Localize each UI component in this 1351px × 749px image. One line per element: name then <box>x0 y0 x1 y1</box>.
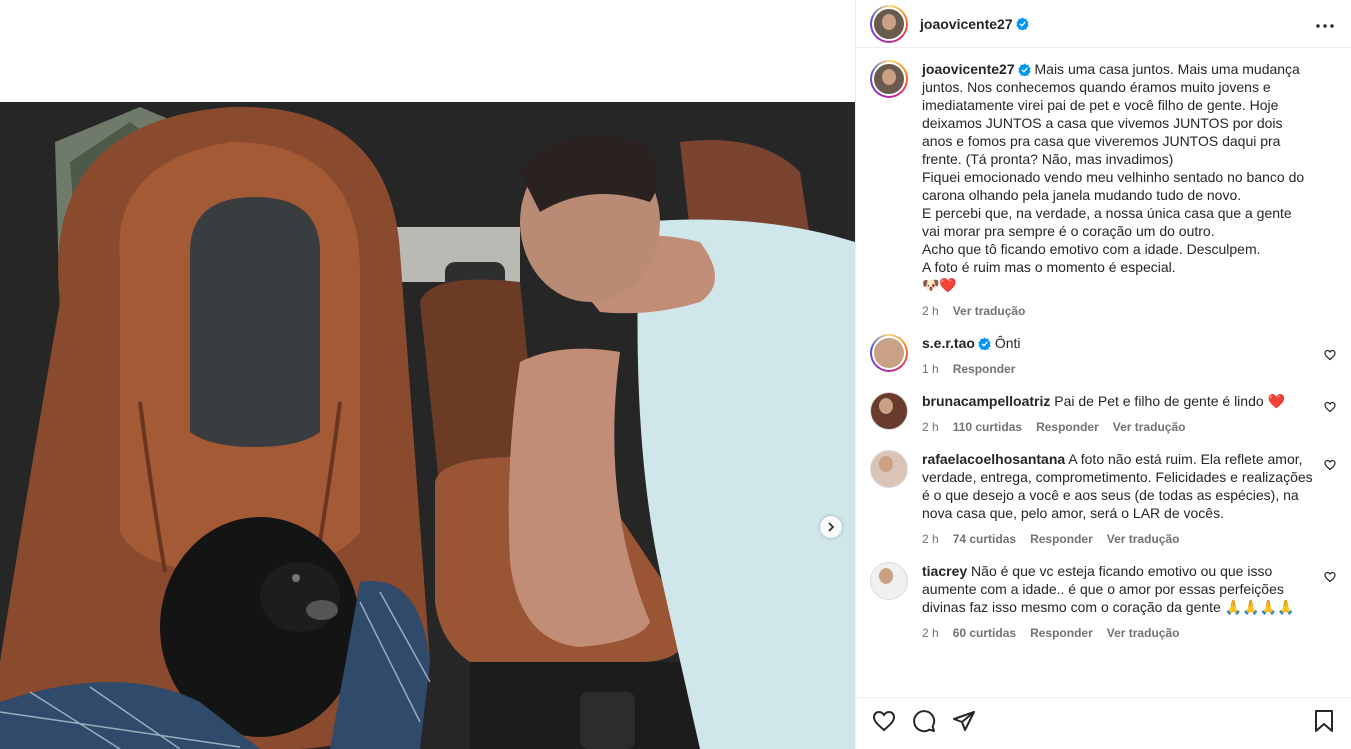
heart-icon[interactable] <box>1324 348 1336 361</box>
comment-text: Ônti <box>994 335 1021 351</box>
caption-avatar[interactable] <box>870 60 908 98</box>
comment-meta: 2 h 60 curtidas Responder Ver tradução <box>922 624 1314 642</box>
comment-meta: 2 h 74 curtidas Responder Ver tradução <box>922 530 1314 548</box>
comment-text: Não é que vc esteja ficando emotivo ou q… <box>922 563 1295 615</box>
caption-time[interactable]: 2 h <box>922 302 939 320</box>
comment-reply-button[interactable]: Responder <box>1036 418 1099 436</box>
comment-time[interactable]: 2 h <box>922 530 939 548</box>
caption-meta: 2 h Ver tradução <box>922 302 1308 320</box>
author-username[interactable]: joaovicente27 <box>920 16 1013 32</box>
share-icon <box>952 709 976 738</box>
comment-text: Pai de Pet e filho de gente é lindo ❤️ <box>1054 393 1285 409</box>
save-button[interactable] <box>1312 709 1336 738</box>
photo-illustration <box>0 102 855 749</box>
commenter-avatar[interactable] <box>870 450 908 488</box>
caption-text: Mais uma casa juntos. Mais uma mudança j… <box>922 61 1305 293</box>
chevron-right-icon <box>826 522 836 532</box>
commenter-username[interactable]: brunacampelloatriz <box>922 393 1050 409</box>
comments-list[interactable]: joaovicente27 Mais uma casa juntos. Mais… <box>856 60 1351 696</box>
comment-item: rafaelacoelhosantana A foto não está rui… <box>870 450 1338 548</box>
post-header: joaovicente27 <box>856 0 1351 48</box>
commenter-avatar[interactable] <box>870 392 908 430</box>
post-media-area <box>0 0 855 749</box>
comment-translate-link[interactable]: Ver tradução <box>1107 624 1180 642</box>
caption: joaovicente27 Mais uma casa juntos. Mais… <box>870 60 1338 320</box>
comment-item: tiacrey Não é que vc esteja ficando emot… <box>870 562 1338 642</box>
comment-likes[interactable]: 74 curtidas <box>953 530 1016 548</box>
like-button[interactable] <box>872 709 896 738</box>
commenter-username[interactable]: tiacrey <box>922 563 967 579</box>
heart-icon[interactable] <box>1324 400 1336 413</box>
comment-icon <box>912 709 936 738</box>
verified-badge-icon <box>978 336 991 351</box>
comment-reply-button[interactable]: Responder <box>953 360 1016 378</box>
commenter-username[interactable]: rafaelacoelhosantana <box>922 451 1065 467</box>
comment-likes[interactable]: 110 curtidas <box>953 418 1022 436</box>
more-icon <box>1316 15 1334 33</box>
comment-reply-button[interactable]: Responder <box>1030 530 1093 548</box>
comment-reply-button[interactable]: Responder <box>1030 624 1093 642</box>
heart-icon <box>872 709 896 738</box>
comment-meta: 1 h Responder <box>922 360 1314 378</box>
verified-badge-icon <box>1017 62 1031 77</box>
comment-time[interactable]: 2 h <box>922 418 939 436</box>
comment-translate-link[interactable]: Ver tradução <box>1107 530 1180 548</box>
comment-time[interactable]: 1 h <box>922 360 939 378</box>
share-button[interactable] <box>952 709 976 738</box>
commenter-username[interactable]: s.e.r.tao <box>922 335 975 351</box>
comment-meta: 2 h 110 curtidas Responder Ver tradução <box>922 418 1314 436</box>
heart-icon[interactable] <box>1324 570 1336 583</box>
caption-username[interactable]: joaovicente27 <box>922 61 1015 77</box>
comment-item: s.e.r.tao Ônti 1 h Responder <box>870 334 1338 378</box>
verified-badge-icon <box>1015 17 1029 31</box>
comment-item: brunacampelloatriz Pai de Pet e filho de… <box>870 392 1338 436</box>
more-options-button[interactable] <box>1315 14 1335 34</box>
post-photo[interactable] <box>0 102 855 749</box>
post-side-panel: joaovicente27 joaovicente27 Mais uma cas… <box>855 0 1351 749</box>
comment-button[interactable] <box>912 709 936 738</box>
comment-time[interactable]: 2 h <box>922 624 939 642</box>
commenter-avatar[interactable] <box>870 334 908 372</box>
action-bar <box>856 697 1351 749</box>
commenter-avatar[interactable] <box>870 562 908 600</box>
caption-translate-link[interactable]: Ver tradução <box>953 302 1026 320</box>
bookmark-icon <box>1313 709 1335 738</box>
author-avatar[interactable] <box>870 4 908 43</box>
heart-icon[interactable] <box>1324 458 1336 471</box>
comment-likes[interactable]: 60 curtidas <box>953 624 1016 642</box>
comment-translate-link[interactable]: Ver tradução <box>1113 418 1186 436</box>
next-photo-button[interactable] <box>820 516 842 538</box>
